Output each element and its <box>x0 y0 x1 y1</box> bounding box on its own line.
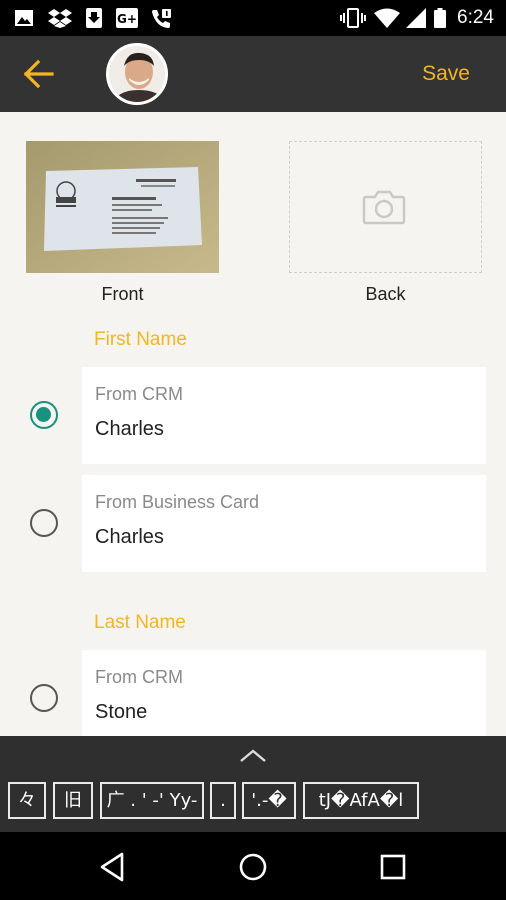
business-card-photo <box>26 141 219 273</box>
business-card-back-placeholder[interactable] <box>289 141 482 273</box>
suggestion-key[interactable]: 々 <box>8 782 46 819</box>
first-name-label: First Name <box>94 329 187 350</box>
keyboard-suggestion-strip: 々 旧 广 . ' -' Yy- . '.-� tJ�AfA�l <box>0 736 506 832</box>
first-name-card-option[interactable]: From Business Card Charles <box>82 475 486 572</box>
suggestion-key[interactable]: '.-� <box>242 782 296 819</box>
last-name-crm-option[interactable]: From CRM Stone <box>82 650 486 736</box>
option-source: From CRM <box>95 667 183 687</box>
status-bar: G+ 6:24 <box>0 0 506 36</box>
svg-text:G+: G+ <box>117 12 137 26</box>
google-plus-icon: G+ <box>116 8 138 28</box>
nav-recents-icon[interactable] <box>376 850 410 884</box>
dropbox-icon <box>48 9 72 28</box>
last-name-crm-radio[interactable] <box>30 684 58 712</box>
image-icon <box>15 10 33 26</box>
contact-avatar[interactable] <box>106 43 168 105</box>
first-name-crm-option[interactable]: From CRM Charles <box>82 367 486 464</box>
first-name-crm-radio[interactable] <box>30 401 58 429</box>
status-time: 6:24 <box>457 7 494 28</box>
back-label: Back <box>365 284 406 304</box>
chevron-up-icon[interactable] <box>238 746 268 766</box>
nav-home-icon[interactable] <box>236 850 270 884</box>
option-value: Charles <box>95 418 164 440</box>
wifi-icon <box>374 8 400 28</box>
nav-back-icon[interactable] <box>96 850 130 884</box>
option-value: Charles <box>95 526 164 548</box>
system-nav-bar <box>0 832 506 900</box>
camera-icon <box>362 190 406 225</box>
app-bar: Save <box>0 36 506 112</box>
suggestion-key[interactable]: . <box>210 782 236 819</box>
suggestion-key[interactable]: tJ�AfA�l <box>303 782 419 819</box>
option-source: From CRM <box>95 384 183 404</box>
front-label: Front <box>101 284 144 304</box>
save-button[interactable]: Save <box>422 62 470 86</box>
cellular-signal-icon <box>406 8 426 28</box>
business-card-front-image[interactable] <box>26 141 219 273</box>
vibrate-icon <box>340 8 366 28</box>
option-value: Stone <box>95 701 148 723</box>
suggestion-key[interactable]: 旧 <box>53 782 93 819</box>
battery-icon <box>434 8 446 28</box>
suggestion-key[interactable]: 广 . ' -' Yy- <box>100 782 204 819</box>
first-name-card-radio[interactable] <box>30 509 58 537</box>
back-arrow-icon[interactable] <box>22 58 56 90</box>
avatar-photo <box>109 46 165 102</box>
last-name-label: Last Name <box>94 612 186 633</box>
option-source: From Business Card <box>95 492 260 512</box>
download-icon <box>86 8 102 28</box>
missed-call-icon <box>152 9 171 28</box>
